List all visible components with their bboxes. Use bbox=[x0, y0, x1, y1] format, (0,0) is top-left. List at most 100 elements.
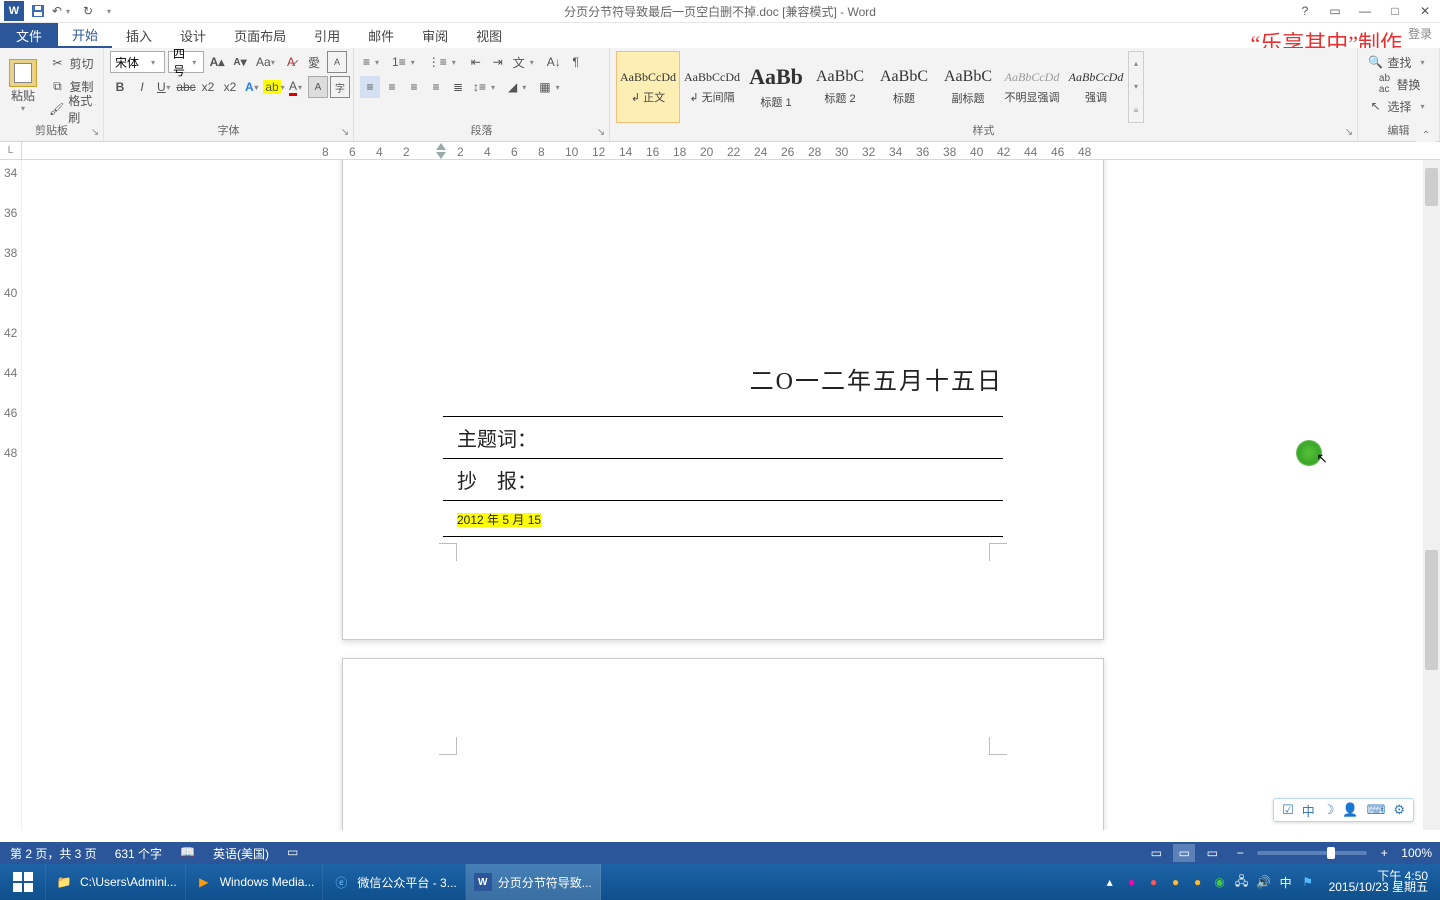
date-text[interactable]: 二O一二年五月十五日 bbox=[443, 361, 1003, 396]
style-emphasis[interactable]: AaBbCcDd强调 bbox=[1064, 51, 1128, 123]
grow-font-icon[interactable]: A▴ bbox=[207, 51, 227, 73]
strikethrough-icon[interactable]: abc bbox=[176, 76, 196, 98]
align-right-icon[interactable]: ≡ bbox=[404, 76, 424, 98]
zoom-out-icon[interactable]: − bbox=[1229, 844, 1251, 862]
subscript-icon[interactable]: x2 bbox=[198, 76, 218, 98]
increase-indent-icon[interactable]: ⇥ bbox=[488, 51, 508, 73]
decrease-indent-icon[interactable]: ⇤ bbox=[466, 51, 486, 73]
tab-selector-icon[interactable]: L bbox=[0, 142, 22, 159]
font-size-combo[interactable]: 四号▾ bbox=[168, 51, 204, 73]
macro-icon[interactable]: ▭ bbox=[287, 845, 298, 862]
cc-line[interactable]: 抄 报： bbox=[443, 459, 1003, 500]
ime-user-icon[interactable]: 👤 bbox=[1342, 802, 1358, 818]
tray-app-icon[interactable]: ● bbox=[1145, 864, 1163, 900]
ime-keyboard-icon[interactable]: ⌨ bbox=[1367, 802, 1386, 818]
close-icon[interactable]: ✕ bbox=[1410, 1, 1440, 21]
format-painter-button[interactable]: 🖌格式刷 bbox=[46, 98, 97, 120]
collapse-ribbon-icon[interactable]: ⌃ bbox=[1416, 128, 1436, 142]
show-marks-icon[interactable]: ¶ bbox=[566, 51, 586, 73]
undo-icon[interactable]: ↶▾ bbox=[52, 1, 74, 21]
style-subtle-emphasis[interactable]: AaBbCcDd不明显强调 bbox=[1000, 51, 1064, 123]
italic-icon[interactable]: I bbox=[132, 76, 152, 98]
tray-app-icon[interactable]: ● bbox=[1123, 864, 1141, 900]
tab-layout[interactable]: 页面布局 bbox=[220, 23, 300, 48]
highlighted-date[interactable]: 2012 年 5 月 15 bbox=[443, 501, 1003, 536]
ime-check-icon[interactable]: ☑ bbox=[1282, 802, 1294, 818]
borders-icon[interactable]: ▦▾ bbox=[536, 76, 567, 98]
web-layout-icon[interactable]: ▭ bbox=[1201, 844, 1223, 862]
text-effects-icon[interactable]: A▾ bbox=[242, 76, 262, 98]
read-mode-icon[interactable]: ▭ bbox=[1145, 844, 1167, 862]
save-icon[interactable] bbox=[27, 1, 49, 21]
paste-button[interactable]: 粘贴▾ bbox=[6, 51, 40, 121]
clear-formatting-icon[interactable]: A̷ bbox=[281, 51, 301, 73]
sort-icon[interactable]: A↓ bbox=[544, 51, 564, 73]
asian-layout-icon[interactable]: 文▾ bbox=[510, 51, 542, 73]
select-button[interactable]: ↖选择▾ bbox=[1364, 95, 1433, 117]
cut-button[interactable]: ✂剪切 bbox=[46, 52, 97, 74]
subject-line[interactable]: 主题词： bbox=[443, 417, 1003, 458]
font-family-combo[interactable]: 宋体▾ bbox=[110, 51, 165, 73]
font-color-icon[interactable]: A▾ bbox=[286, 76, 306, 98]
shrink-font-icon[interactable]: A▾ bbox=[230, 51, 250, 73]
align-center-icon[interactable]: ≡ bbox=[382, 76, 402, 98]
ribbon-display-icon[interactable]: ▭ bbox=[1320, 1, 1350, 21]
style-heading2[interactable]: AaBbC标题 2 bbox=[808, 51, 872, 123]
vertical-ruler[interactable]: 3436384042444648 bbox=[0, 160, 22, 830]
style-normal[interactable]: AaBbCcDd↲ 正文 bbox=[616, 51, 680, 123]
multilevel-list-icon[interactable]: ⋮≡▾ bbox=[425, 51, 464, 73]
word-count[interactable]: 631 个字 bbox=[115, 845, 162, 862]
line-spacing-icon[interactable]: ↕≡▾ bbox=[470, 76, 503, 98]
style-no-spacing[interactable]: AaBbCcDd↲ 无间隔 bbox=[680, 51, 744, 123]
justify-icon[interactable]: ≡ bbox=[426, 76, 446, 98]
styles-gallery[interactable]: AaBbCcDd↲ 正文 AaBbCcDd↲ 无间隔 AaBb标题 1 AaBb… bbox=[616, 51, 1351, 123]
taskbar-browser[interactable]: ⓔ微信公众平台 - 3... bbox=[323, 864, 465, 900]
superscript-icon[interactable]: x2 bbox=[220, 76, 240, 98]
horizontal-ruler[interactable]: 8642246810121416182022242628303234363840… bbox=[22, 142, 1440, 159]
tray-network-icon[interactable]: 🖧 bbox=[1233, 864, 1251, 900]
align-left-icon[interactable]: ≡ bbox=[360, 76, 380, 98]
taskbar-clock[interactable]: 下午 4:50 2015/10/23 星期五 bbox=[1321, 869, 1436, 895]
zoom-in-icon[interactable]: + bbox=[1373, 844, 1395, 862]
taskbar-wmp[interactable]: ▶Windows Media... bbox=[186, 864, 324, 900]
distributed-icon[interactable]: ≣ bbox=[448, 76, 468, 98]
style-subtitle[interactable]: AaBbC副标题 bbox=[936, 51, 1000, 123]
maximize-icon[interactable]: □ bbox=[1380, 1, 1410, 21]
document-canvas[interactable]: 二O一二年五月十五日 主题词： 抄 报： 2012 年 5 月 15 ↖ bbox=[22, 160, 1440, 830]
bullets-icon[interactable]: ≡▾ bbox=[360, 51, 387, 73]
styles-scroll[interactable]: ▴▾≡ bbox=[1128, 51, 1144, 123]
paragraph-dialog-launcher-icon[interactable]: ↘ bbox=[595, 126, 607, 138]
taskbar-word[interactable]: W分页分节符导致... bbox=[466, 864, 601, 900]
tab-insert[interactable]: 插入 bbox=[112, 23, 166, 48]
highlight-icon[interactable]: ab▾ bbox=[264, 76, 284, 98]
tray-up-icon[interactable]: ▴ bbox=[1101, 864, 1119, 900]
tab-file[interactable]: 文件 bbox=[0, 23, 58, 48]
ime-settings-icon[interactable]: ⚙ bbox=[1393, 802, 1405, 818]
numbering-icon[interactable]: 1≡▾ bbox=[389, 51, 423, 73]
underline-icon[interactable]: U▾ bbox=[154, 76, 174, 98]
tab-mailings[interactable]: 邮件 bbox=[354, 23, 408, 48]
minimize-icon[interactable]: — bbox=[1350, 1, 1380, 21]
tab-review[interactable]: 审阅 bbox=[408, 23, 462, 48]
print-layout-icon[interactable]: ▭ bbox=[1173, 844, 1195, 862]
zoom-slider[interactable] bbox=[1257, 851, 1367, 855]
tray-shield-icon[interactable]: ◉ bbox=[1211, 864, 1229, 900]
page-count[interactable]: 第 2 页，共 3 页 bbox=[10, 845, 97, 862]
tray-app-icon[interactable]: ● bbox=[1189, 864, 1207, 900]
scroll-thumb[interactable] bbox=[1425, 550, 1438, 670]
character-border-icon[interactable]: 字 bbox=[330, 76, 350, 98]
zoom-level[interactable]: 100% bbox=[1401, 846, 1432, 860]
scroll-thumb[interactable] bbox=[1425, 168, 1438, 206]
tray-ime-icon[interactable]: 中 bbox=[1277, 864, 1295, 900]
qat-customize-icon[interactable]: ▾ bbox=[102, 1, 116, 21]
tray-flag-icon[interactable]: ⚑ bbox=[1299, 864, 1317, 900]
ime-toolbar[interactable]: ☑ 中 ☽ 👤 ⌨ ⚙ bbox=[1273, 798, 1414, 822]
tray-app-icon[interactable]: ● bbox=[1167, 864, 1185, 900]
style-heading1[interactable]: AaBb标题 1 bbox=[744, 51, 808, 123]
enclose-characters-icon[interactable]: A bbox=[327, 51, 347, 73]
bold-icon[interactable]: B bbox=[110, 76, 130, 98]
taskbar-explorer[interactable]: 📁C:\Users\Admini... bbox=[46, 864, 186, 900]
change-case-icon[interactable]: Aa▾ bbox=[253, 51, 278, 73]
styles-dialog-launcher-icon[interactable]: ↘ bbox=[1343, 126, 1355, 138]
font-dialog-launcher-icon[interactable]: ↘ bbox=[339, 126, 351, 138]
